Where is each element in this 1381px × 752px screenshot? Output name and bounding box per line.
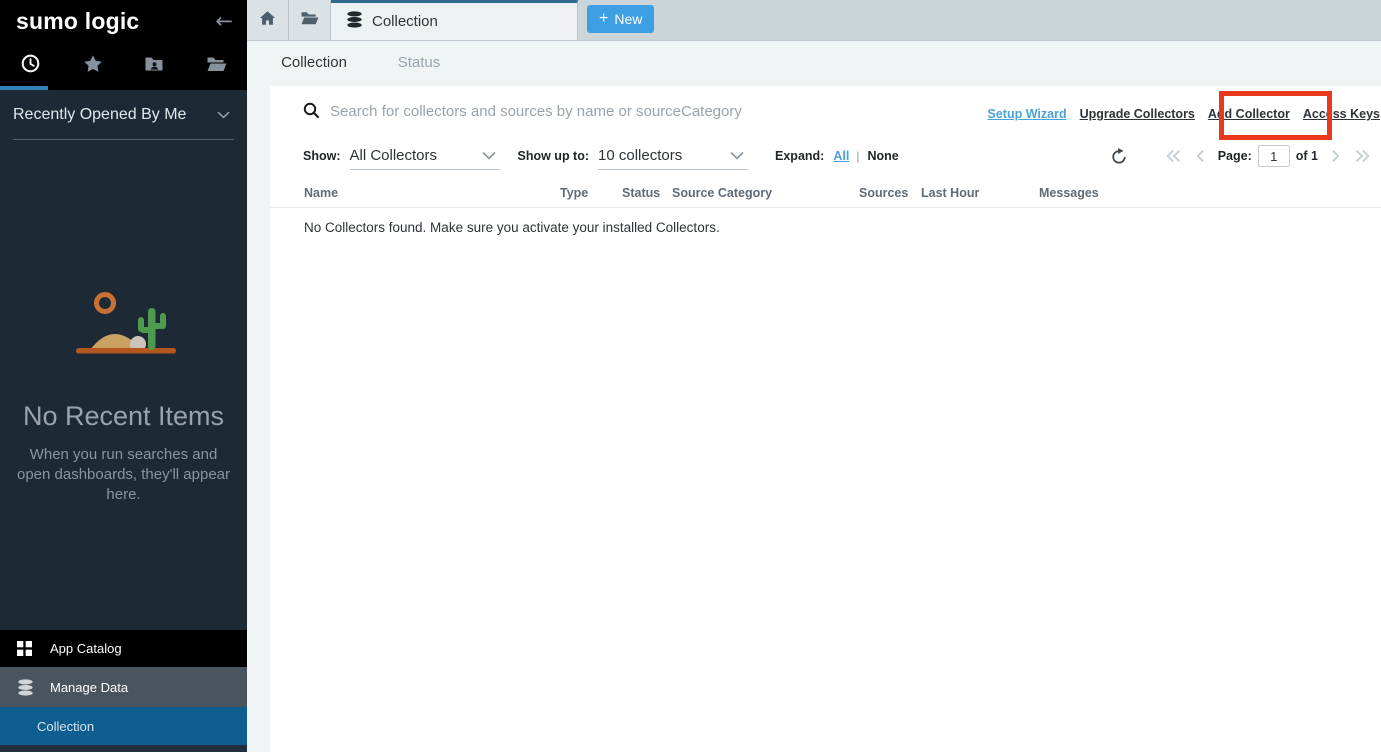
sidebar-active-tab-indicator xyxy=(0,86,48,90)
sidebar-empty-state: No Recent Items When you run searches an… xyxy=(0,288,247,504)
app-root: sumo logic ← xyxy=(0,0,1381,752)
show-up-to-dropdown-value: 10 collectors xyxy=(598,147,682,164)
sidebar-item-label: App Catalog xyxy=(50,641,122,656)
column-header-last-hour: Last Hour xyxy=(921,186,979,200)
list-controls: Show: All Collectors Show up to: 10 coll… xyxy=(303,142,899,170)
sidebar-item-label: Collection xyxy=(37,719,94,734)
grid-icon xyxy=(17,641,34,656)
sidebar-item-collection[interactable]: Collection xyxy=(0,707,247,745)
chevron-down-icon xyxy=(217,106,230,124)
home-icon xyxy=(259,10,276,31)
database-icon xyxy=(346,11,363,33)
page-of-label: of 1 xyxy=(1296,149,1318,163)
show-dropdown-value: All Collectors xyxy=(350,147,438,164)
chevron-down-icon xyxy=(482,147,496,164)
content-panel: Setup Wizard Upgrade Collectors Add Coll… xyxy=(270,86,1381,752)
column-header-messages: Messages xyxy=(1039,186,1099,200)
page-input[interactable] xyxy=(1258,145,1290,167)
sidebar-tab-shared[interactable] xyxy=(124,42,186,90)
column-header-name: Name xyxy=(304,186,338,200)
expand-label: Expand: xyxy=(775,149,824,163)
new-button-label: New xyxy=(614,11,642,27)
clock-icon xyxy=(20,53,41,79)
first-page-icon[interactable] xyxy=(1165,148,1183,164)
access-keys-link[interactable]: Access Keys xyxy=(1303,107,1380,121)
expand-none-label[interactable]: None xyxy=(867,149,898,163)
sidebar-item-label: Manage Data xyxy=(50,680,128,695)
show-label: Show: xyxy=(303,149,341,163)
empty-table-message: No Collectors found. Make sure you activ… xyxy=(304,220,720,235)
collector-action-links: Setup Wizard Upgrade Collectors Add Coll… xyxy=(988,107,1380,121)
upgrade-collectors-link[interactable]: Upgrade Collectors xyxy=(1080,107,1195,121)
column-header-status: Status xyxy=(622,186,660,200)
sidebar-bottom-strip xyxy=(0,745,247,752)
plus-icon: + xyxy=(599,10,608,28)
sidebar-icon-nav xyxy=(0,42,247,90)
sidebar-collapse-button[interactable]: ← xyxy=(215,11,233,32)
folder-icon xyxy=(300,10,319,31)
recently-opened-label: Recently Opened By Me xyxy=(13,106,186,124)
browse-folder-button[interactable] xyxy=(289,0,331,40)
new-button[interactable]: + New xyxy=(587,5,654,33)
prev-page-icon[interactable] xyxy=(1195,148,1206,164)
setup-wizard-link[interactable]: Setup Wizard xyxy=(988,107,1067,121)
document-tab-bar: Collection + New xyxy=(247,0,1381,41)
add-collector-link[interactable]: Add Collector xyxy=(1208,107,1290,121)
no-recent-items-title: No Recent Items xyxy=(0,401,247,432)
doc-tab-label: Collection xyxy=(372,13,438,30)
sidebar: sumo logic ← xyxy=(0,0,247,752)
brand-logo: sumo logic xyxy=(16,8,139,35)
sidebar-bottom-nav: App Catalog Manage Data Collection xyxy=(0,630,247,752)
refresh-icon[interactable] xyxy=(1111,147,1127,165)
show-up-to-dropdown[interactable]: 10 collectors xyxy=(598,142,748,170)
show-dropdown[interactable]: All Collectors xyxy=(350,142,500,170)
column-header-sources: Sources xyxy=(859,186,908,200)
next-page-icon[interactable] xyxy=(1330,148,1341,164)
column-header-source-category: Source Category xyxy=(672,186,772,200)
shared-folder-icon xyxy=(144,55,164,78)
recently-opened-header[interactable]: Recently Opened By Me xyxy=(13,90,234,140)
search-input[interactable] xyxy=(330,98,950,124)
star-icon xyxy=(83,54,103,79)
column-header-type: Type xyxy=(560,186,588,200)
sidebar-item-app-catalog[interactable]: App Catalog xyxy=(0,630,247,667)
sidebar-tab-recents[interactable] xyxy=(0,42,62,90)
show-up-to-label: Show up to: xyxy=(518,149,590,163)
search-icon xyxy=(303,102,320,124)
desert-illustration-icon xyxy=(60,347,188,364)
home-button[interactable] xyxy=(247,0,289,40)
sidebar-tab-library[interactable] xyxy=(185,42,247,90)
section-tabs: Collection Status xyxy=(247,40,1381,86)
sidebar-item-manage-data[interactable]: Manage Data xyxy=(0,667,247,707)
divider: | xyxy=(856,149,859,163)
expand-all-link[interactable]: All xyxy=(833,149,849,163)
last-page-icon[interactable] xyxy=(1353,148,1371,164)
no-recent-items-description: When you run searches and open dashboard… xyxy=(15,445,233,504)
main-area: Collection + New Collection Status Setup… xyxy=(247,0,1381,752)
collection-doc-tab[interactable]: Collection xyxy=(331,0,578,40)
table-header-divider xyxy=(270,207,1381,208)
database-icon xyxy=(17,679,34,696)
sidebar-header: sumo logic ← xyxy=(0,0,247,42)
folder-icon xyxy=(206,55,227,78)
page-label: Page: xyxy=(1218,149,1252,163)
pagination-controls: Page: of 1 xyxy=(1111,142,1371,170)
chevron-down-icon xyxy=(730,147,744,164)
sidebar-tab-favorites[interactable] xyxy=(62,42,124,90)
